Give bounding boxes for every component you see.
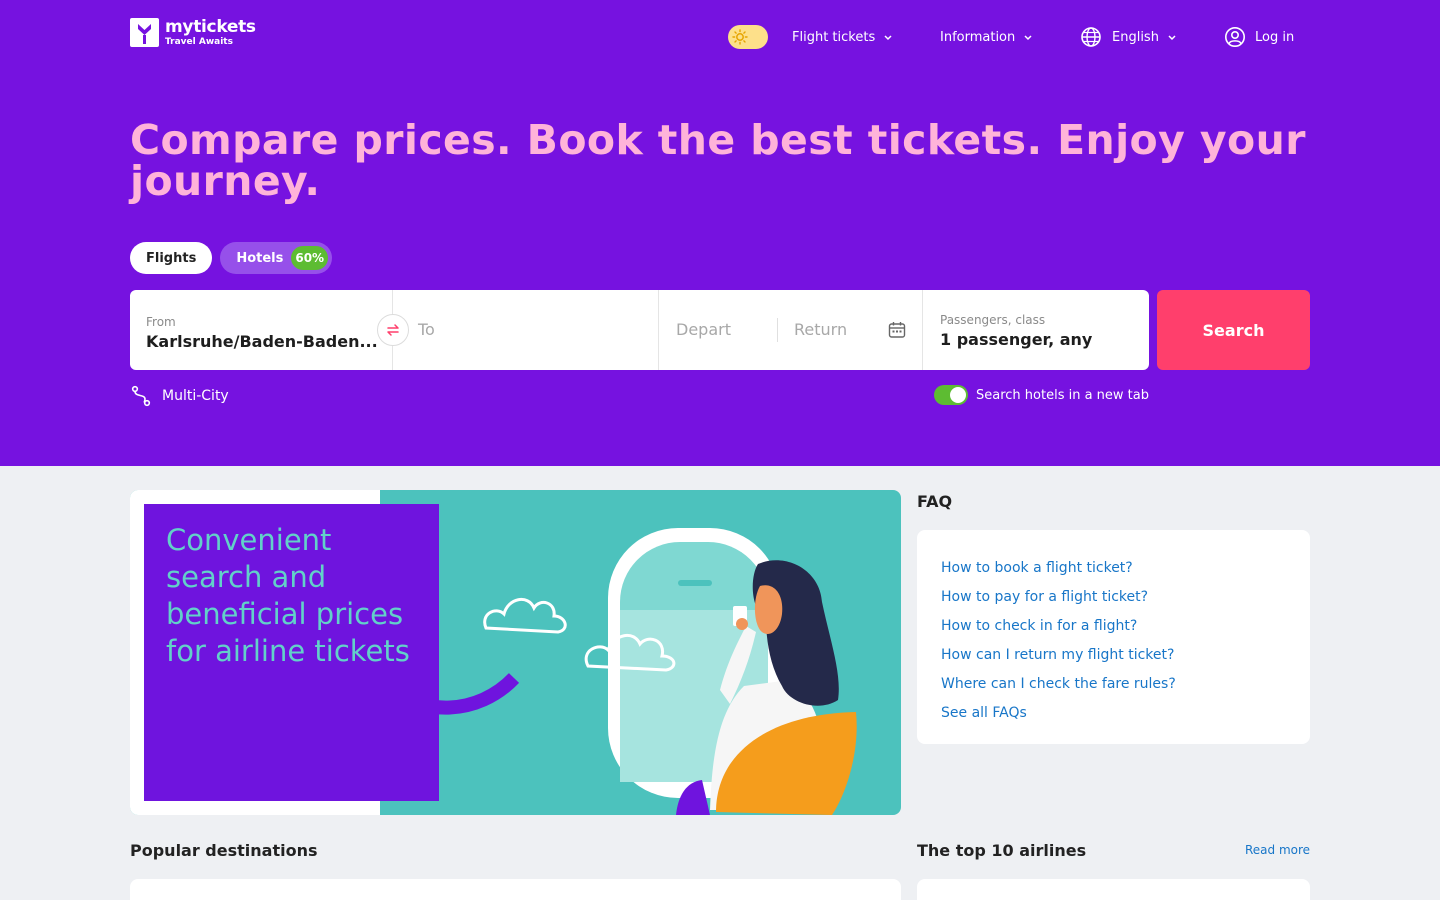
page-headline: Compare prices. Book the best tickets. E… — [130, 116, 1306, 205]
discount-badge: 60% — [291, 246, 329, 270]
search-button[interactable]: Search — [1157, 290, 1310, 370]
chevron-down-icon — [884, 35, 892, 41]
promo-text: Convenient search and beneficial prices … — [166, 523, 410, 668]
popular-destinations-title: Popular destinations — [130, 841, 318, 860]
faq-title: FAQ — [917, 492, 953, 511]
swap-button[interactable] — [377, 314, 409, 346]
to-placeholder: To — [418, 320, 435, 339]
passengers-value: 1 passenger, any — [940, 330, 1093, 349]
hotels-new-tab-label: Search hotels in a new tab — [976, 387, 1149, 403]
top-airlines-card — [917, 879, 1310, 900]
chevron-down-icon — [1168, 35, 1176, 41]
chevron-down-icon — [1024, 35, 1032, 41]
user-icon — [1225, 27, 1245, 47]
login-label: Log in — [1255, 29, 1295, 45]
faq-link-checkin[interactable]: How to check in for a flight? — [941, 612, 1286, 641]
hotels-new-tab-switch[interactable] — [934, 385, 968, 405]
logo-name: mytickets — [165, 16, 256, 37]
date-divider — [777, 318, 778, 342]
dates-field[interactable]: Depart Return — [659, 290, 923, 370]
logo[interactable]: mytickets Travel Awaits — [130, 18, 256, 47]
depart-placeholder[interactable]: Depart — [676, 320, 731, 339]
from-field[interactable]: From Karlsruhe/Baden-Baden... — [130, 290, 409, 370]
nav-information-label: Information — [940, 29, 1016, 45]
sun-icon — [732, 29, 748, 45]
login-button[interactable]: Log in — [1224, 26, 1294, 48]
route-icon — [131, 385, 151, 407]
calendar-icon — [888, 322, 906, 338]
tab-flights-label: Flights — [146, 250, 197, 266]
faq-link-all[interactable]: See all FAQs — [941, 699, 1286, 728]
nav-information[interactable]: Information — [940, 26, 1033, 48]
nav-language[interactable]: English — [1080, 26, 1177, 48]
passengers-label: Passengers, class — [940, 313, 1046, 327]
nav-language-label: English — [1112, 29, 1159, 45]
swap-arrows-icon — [387, 324, 399, 336]
search-button-label: Search — [1202, 320, 1265, 340]
top-airlines-title: The top 10 airlines — [917, 841, 1087, 860]
promo-purple-panel: Convenient search and beneficial prices … — [144, 504, 439, 801]
hero-banner: mytickets Travel Awaits Flight tickets I… — [0, 0, 1440, 466]
faq-link-book[interactable]: How to book a flight ticket? — [941, 554, 1286, 583]
logo-tagline: Travel Awaits — [165, 36, 233, 47]
theme-toggle[interactable] — [728, 25, 768, 49]
promo-banner[interactable]: Convenient search and beneficial prices … — [130, 490, 901, 815]
tab-hotels-label: Hotels — [236, 250, 284, 266]
to-field[interactable]: To — [393, 290, 659, 370]
faq-link-fare-rules[interactable]: Where can I check the fare rules? — [941, 670, 1286, 699]
read-more-link[interactable]: Read more — [1245, 843, 1310, 857]
search-type-tabs: Flights Hotels 60% — [130, 242, 333, 274]
return-placeholder[interactable]: Return — [794, 320, 847, 339]
from-value: Karlsruhe/Baden-Baden... — [146, 332, 378, 351]
multi-city-label: Multi-City — [162, 388, 229, 404]
faq-link-pay[interactable]: How to pay for a flight ticket? — [941, 583, 1286, 612]
globe-icon — [1081, 27, 1101, 47]
popular-destinations-card — [130, 879, 901, 900]
nav-flight-tickets[interactable]: Flight tickets — [792, 26, 893, 48]
logo-icon — [130, 18, 159, 47]
faq-link-return[interactable]: How can I return my flight ticket? — [941, 641, 1286, 670]
from-label: From — [146, 315, 176, 329]
multi-city-link[interactable]: Multi-City — [130, 385, 229, 407]
nav-flight-tickets-label: Flight tickets — [792, 29, 876, 45]
passengers-field[interactable]: Passengers, class 1 passenger, any — [923, 290, 1149, 370]
tab-flights[interactable]: Flights — [130, 242, 213, 274]
faq-card: How to book a flight ticket? How to pay … — [917, 530, 1310, 744]
flight-search-form: From Karlsruhe/Baden-Baden... To Depart … — [130, 290, 1149, 370]
tab-hotels[interactable]: Hotels 60% — [220, 242, 333, 274]
hotels-new-tab-option: Search hotels in a new tab — [934, 385, 1149, 405]
